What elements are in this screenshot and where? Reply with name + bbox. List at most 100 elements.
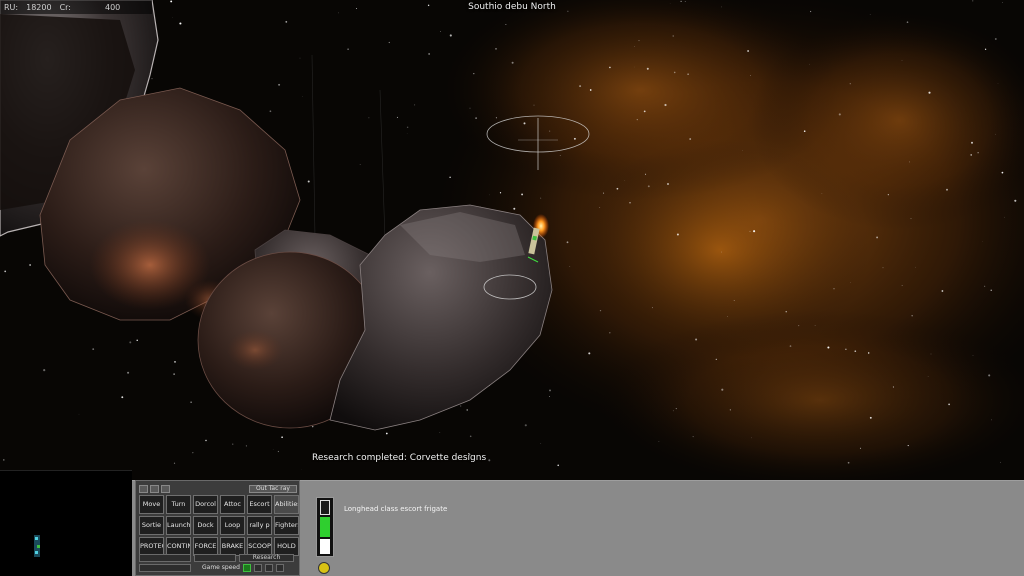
star xyxy=(78,413,80,415)
star xyxy=(827,346,830,349)
star xyxy=(984,48,987,50)
game-speed-label: Game speed xyxy=(202,564,240,571)
star xyxy=(523,122,526,125)
star xyxy=(469,435,472,438)
game-viewport[interactable]: RU: 18200 Cr: 400 Southio debu North Res… xyxy=(0,0,1024,576)
star xyxy=(750,74,751,76)
star xyxy=(557,464,559,467)
star xyxy=(151,78,153,80)
star xyxy=(599,309,602,312)
research-button[interactable]: Research xyxy=(239,554,294,562)
speed-8x-button[interactable] xyxy=(275,564,284,572)
star xyxy=(906,21,909,24)
star xyxy=(368,117,370,119)
star xyxy=(1001,171,1004,174)
command-move-button[interactable]: Move xyxy=(139,495,164,514)
star xyxy=(92,348,95,350)
footer-button-3[interactable] xyxy=(139,564,191,572)
speed-1x-button[interactable] xyxy=(242,564,251,572)
star xyxy=(179,22,182,25)
star xyxy=(946,188,948,191)
star xyxy=(882,267,884,269)
star xyxy=(616,187,619,190)
star xyxy=(174,361,176,363)
command-escort-button[interactable]: Escort xyxy=(247,495,272,514)
command-launch-button[interactable]: Launch xyxy=(166,516,191,535)
unit-rank-icon[interactable] xyxy=(318,562,330,574)
command-panel: Out Tac ray Move Turn Dorcol Attoc Escort Abi… xyxy=(135,480,300,576)
star xyxy=(990,289,992,291)
star xyxy=(928,91,931,94)
star xyxy=(540,443,542,444)
star xyxy=(624,180,626,181)
star xyxy=(440,31,441,32)
star xyxy=(798,325,800,327)
star xyxy=(747,50,749,52)
star xyxy=(396,116,398,118)
star xyxy=(977,152,979,154)
star xyxy=(990,419,992,421)
star xyxy=(245,445,247,447)
star xyxy=(359,164,361,165)
panel-prev-button[interactable] xyxy=(139,484,148,493)
star xyxy=(3,459,5,461)
star xyxy=(721,388,724,391)
command-sortie-button[interactable]: Sortie xyxy=(139,516,164,535)
command-panel-header: Out Tac ray xyxy=(139,484,297,493)
star xyxy=(533,104,535,106)
star xyxy=(689,138,692,140)
star xyxy=(192,452,194,454)
command-attoc-button[interactable]: Attoc xyxy=(220,495,245,514)
minimap[interactable] xyxy=(0,470,132,576)
minimap-view[interactable] xyxy=(0,471,132,576)
star xyxy=(307,180,310,183)
star xyxy=(997,83,999,84)
star xyxy=(603,192,605,194)
star xyxy=(428,53,430,55)
star xyxy=(984,285,986,287)
panel-collapse-button[interactable] xyxy=(161,484,170,493)
star xyxy=(930,353,932,355)
star xyxy=(809,63,810,65)
star xyxy=(406,126,409,129)
star xyxy=(579,85,582,88)
command-abilities-button[interactable]: Abilities xyxy=(274,495,299,514)
command-dock-button[interactable]: Dock xyxy=(193,516,218,535)
star xyxy=(129,341,132,344)
tactics-tab[interactable]: Out Tac ray xyxy=(248,484,297,493)
command-turn-button[interactable]: Turn xyxy=(166,495,191,514)
star xyxy=(909,161,911,163)
star xyxy=(876,236,879,239)
unit-health-strip xyxy=(316,497,334,557)
star xyxy=(469,107,471,109)
panel-next-button[interactable] xyxy=(150,484,159,493)
star xyxy=(549,389,551,392)
star xyxy=(347,48,349,51)
footer-button-1[interactable] xyxy=(139,554,191,562)
star xyxy=(172,17,173,18)
star xyxy=(511,61,514,64)
footer-button-2[interactable] xyxy=(194,554,236,562)
star xyxy=(566,241,569,244)
star xyxy=(948,403,950,406)
star xyxy=(749,230,751,232)
star xyxy=(849,83,851,85)
star xyxy=(729,409,731,411)
command-dorcol-button[interactable]: Dorcol xyxy=(193,495,218,514)
command-rally-p-button[interactable]: rally p xyxy=(247,516,272,535)
star xyxy=(910,218,912,220)
star xyxy=(1014,199,1017,202)
star xyxy=(449,34,452,37)
star xyxy=(988,374,991,377)
star xyxy=(540,197,542,199)
star xyxy=(675,408,677,410)
speed-4x-button[interactable] xyxy=(264,564,273,572)
star xyxy=(4,270,7,273)
research-notification: Research completed: Corvette designs xyxy=(312,453,487,463)
speed-2x-button[interactable] xyxy=(253,564,262,572)
star xyxy=(499,192,502,194)
command-loop-button[interactable]: Loop xyxy=(220,516,245,535)
star xyxy=(676,233,679,236)
star xyxy=(269,110,272,113)
command-fighters-button[interactable]: Fighters xyxy=(274,516,299,535)
